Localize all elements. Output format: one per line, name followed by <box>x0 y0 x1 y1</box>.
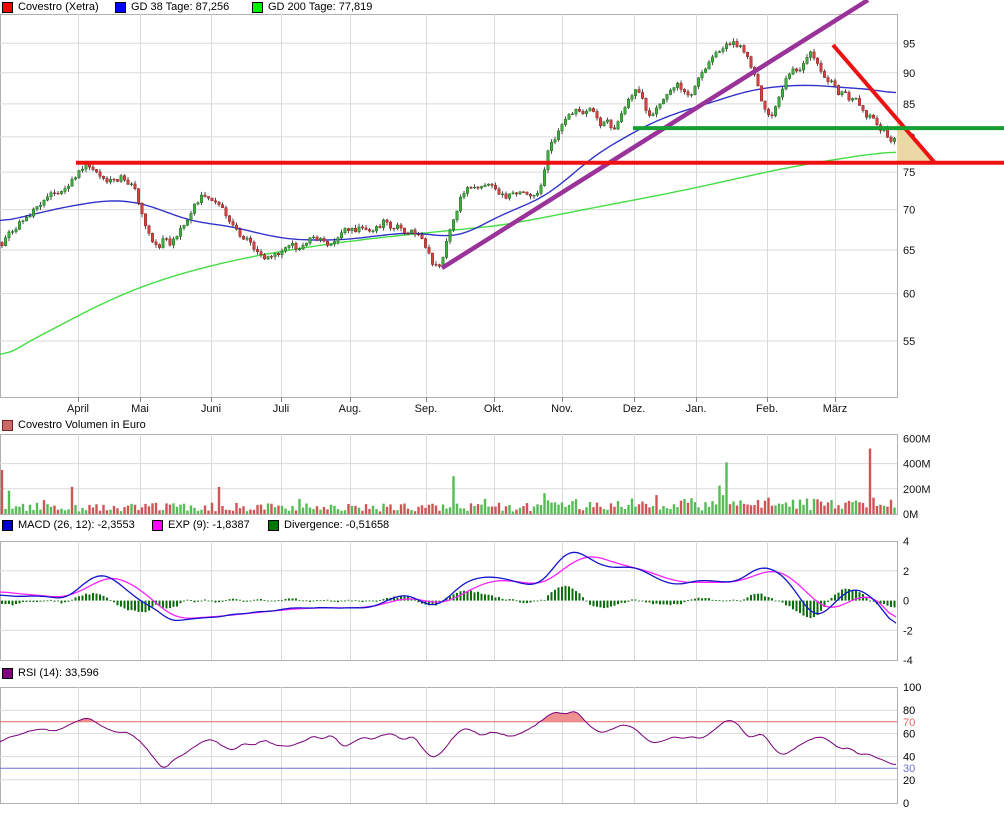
chart-canvas: April Mai Juni Juli Aug. Sep. Okt. Nov. Dez. Jan.… <box>0 0 1004 810</box>
price-tick-label: 85 <box>903 99 915 111</box>
x-axis-labels: April Mai Juni Juli Aug. Sep. Okt. Nov. Dez. Jan.… <box>67 397 847 415</box>
macd-axis-labels: 4 2 0 -2 -4 <box>903 536 913 667</box>
rsi-tick-label: 30 <box>903 763 915 775</box>
price-tick-label: 70 <box>903 205 915 217</box>
month-label: Okt. <box>484 403 504 415</box>
rsi-tick-label: 70 <box>903 717 915 729</box>
rsi-tick-label: 0 <box>903 798 909 810</box>
price-axis-labels: 959085807570656055 <box>903 38 915 348</box>
price-tick-label: 60 <box>903 289 915 301</box>
month-label: März <box>823 403 847 415</box>
volume-bars <box>0 448 896 514</box>
uptrend-line <box>440 0 870 270</box>
month-label: Juni <box>201 403 221 415</box>
macd-tick-label: -4 <box>903 655 913 667</box>
macd-tick-label: 4 <box>903 536 909 548</box>
volume-tick-label: 200M <box>903 484 931 496</box>
volume-tick-label: 0M <box>903 509 918 521</box>
volume-axis-labels: 600M 400M 200M 0M <box>903 433 931 521</box>
price-tick-label: 95 <box>903 38 915 50</box>
month-label: Nov. <box>551 403 573 415</box>
macd-line <box>0 551 897 624</box>
macd-tick-label: -2 <box>903 625 913 637</box>
price-tick-label: 75 <box>903 167 915 179</box>
rsi-tick-label: 100 <box>903 682 921 694</box>
rsi-tick-label: 40 <box>903 752 915 764</box>
macd-tick-label: 0 <box>903 596 909 608</box>
month-label: Aug. <box>339 403 362 415</box>
divergence-histogram <box>1 585 896 619</box>
price-tick-label: 55 <box>903 336 915 348</box>
price-tick-label: 90 <box>903 68 915 80</box>
volume-tick-label: 600M <box>903 433 931 445</box>
rsi-tick-label: 60 <box>903 728 915 740</box>
rsi-tick-label: 80 <box>903 705 915 717</box>
volume-tick-label: 400M <box>903 459 931 471</box>
rsi-axis-labels: 100 807060 403020 0 <box>903 682 921 810</box>
month-label: April <box>67 403 89 415</box>
macd-tick-label: 2 <box>903 566 909 578</box>
covestro-stock-chart: Covestro (Xetra) GD 38 Tage: 87,256 GD 2… <box>0 0 1004 814</box>
month-label: Jan. <box>686 403 707 415</box>
gd200-line <box>0 151 897 355</box>
rsi-tick-label: 20 <box>903 775 915 787</box>
price-tick-label: 65 <box>903 245 915 257</box>
month-label: Juli <box>273 403 290 415</box>
month-label: Dez. <box>623 403 646 415</box>
month-label: Mai <box>131 403 149 415</box>
month-label: Sep. <box>415 403 438 415</box>
rsi-line <box>0 711 897 768</box>
month-label: Feb. <box>756 403 778 415</box>
rsi-overbought-fill <box>75 711 734 722</box>
